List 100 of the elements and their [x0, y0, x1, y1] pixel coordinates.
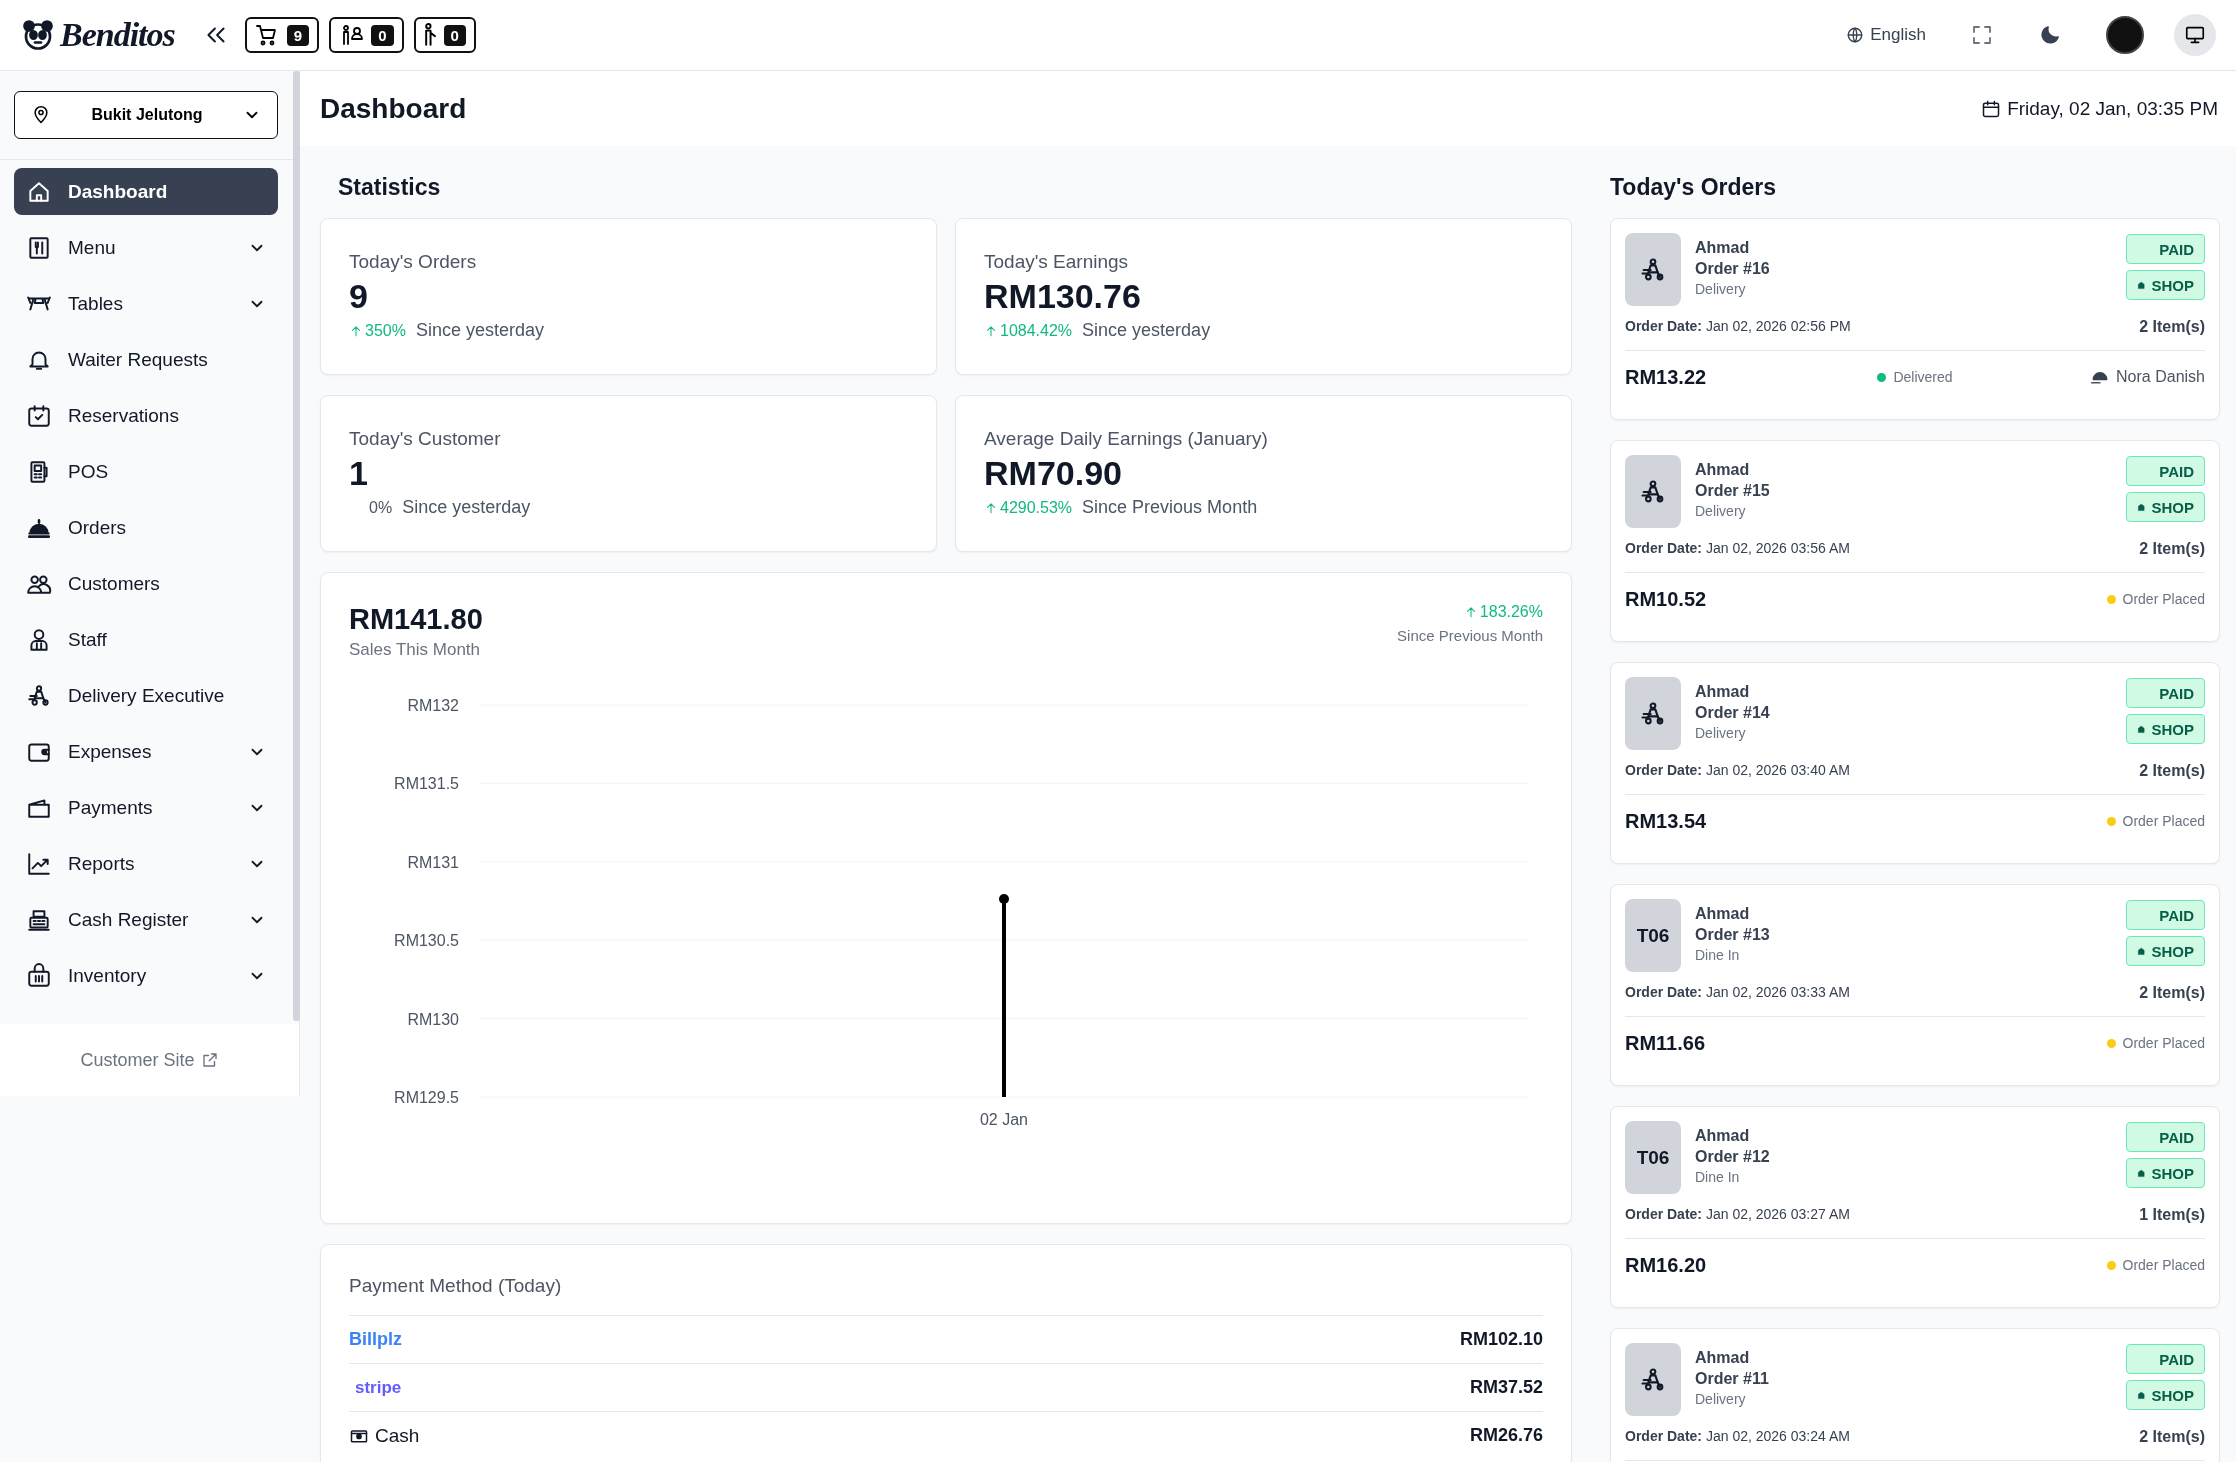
order-type: Delivery [1695, 281, 1747, 297]
sidebar-item[interactable]: Reservations [14, 392, 278, 439]
panda-icon [20, 17, 56, 53]
order-number: Order #15 [1695, 482, 1771, 500]
map-pin-icon [31, 105, 51, 125]
standing-person-icon [423, 23, 436, 47]
monitor-icon [2184, 24, 2206, 46]
axis-label: RM129.5 [394, 1089, 459, 1106]
order-type: Delivery [1695, 725, 1747, 741]
sidebar-item[interactable]: Waiter Requests [14, 336, 278, 383]
sidebar-item[interactable]: Dashboard [14, 168, 278, 215]
stat-label: Today's Earnings [984, 251, 1130, 273]
user-avatar[interactable] [2106, 16, 2144, 54]
change-note: Since yesterday [402, 497, 531, 518]
item-count: 2 Item(s) [2139, 984, 2205, 1002]
order-date: Order Date: Jan 02, 2026 03:33 AM [1625, 984, 1850, 1002]
sidebar-item[interactable]: Inventory [14, 952, 278, 999]
order-total: RM13.22 [1625, 365, 1708, 389]
order-total: RM16.20 [1625, 1253, 1708, 1277]
sidebar-item[interactable]: Reports [14, 840, 278, 887]
order-type: Delivery [1695, 1391, 1747, 1407]
display-button[interactable] [2174, 14, 2216, 56]
date-time: Friday, 02 Jan, 03:35 PM [2007, 97, 2218, 120]
order-card[interactable]: Ahmad Order #11 Delivery PAID SHOP Order Date: Jan 02, 2026 03:24 AM 2 Item(s) [1610, 1328, 2220, 1462]
customer-name: Ahmad [1695, 683, 1751, 701]
change-percent: 0% [369, 498, 393, 517]
driver-name: Nora Danish [2116, 368, 2205, 386]
scrollbar[interactable] [293, 71, 300, 1021]
counter-button[interactable]: 0 [329, 17, 404, 53]
sales-label: Sales This Month [349, 640, 482, 660]
section-title: Statistics [337, 172, 442, 202]
calendar-icon [26, 402, 52, 429]
sidebar-item[interactable]: Cash Register [14, 896, 278, 943]
order-date: Order Date: Jan 02, 2026 02:56 PM [1625, 318, 1851, 336]
order-card[interactable]: Ahmad Order #16 Delivery PAID SHOP Order Date: Jan 02, 2026 02:56 PM 2 Item(s) RM13.22 Delivered Nora Danish [1610, 218, 2220, 420]
stat-value: RM130.76 [984, 277, 1142, 316]
fullscreen-icon[interactable] [1970, 23, 1994, 47]
payment-status: PAID [2126, 1122, 2205, 1152]
order-card[interactable]: Ahmad Order #14 Delivery PAID SHOP Order Date: Jan 02, 2026 03:40 AM 2 Item(s) RM13.54 Order Placed [1610, 662, 2220, 864]
order-status: Order Placed [2122, 1035, 2205, 1051]
source-tag: SHOP [2126, 936, 2205, 966]
counter-button[interactable]: 9 [244, 17, 320, 53]
line-chart-icon [26, 850, 52, 877]
customer-name: Ahmad [1695, 461, 1751, 479]
sidebar-item[interactable]: Customers [14, 560, 278, 607]
language-button[interactable]: English [1846, 25, 1926, 45]
order-status: Order Placed [2122, 1257, 2205, 1273]
change-note: Since yesterday [415, 320, 544, 341]
payment-status: PAID [2126, 678, 2205, 708]
axis-label: RM130 [407, 1010, 459, 1028]
customer-name: Ahmad [1695, 239, 1751, 257]
order-total: RM13.54 [1625, 809, 1708, 833]
sidebar-item[interactable]: Payments [14, 784, 278, 831]
change-note: Since yesterday [1082, 320, 1211, 341]
sidebar-item[interactable]: Menu [14, 224, 278, 271]
order-date: Order Date: Jan 02, 2026 03:24 AM [1625, 1428, 1850, 1446]
stat-label: Today's Customer [349, 428, 502, 450]
scooter-icon [26, 682, 52, 709]
order-date: Order Date: Jan 02, 2026 03:27 AM [1625, 1206, 1850, 1224]
item-count: 2 Item(s) [2139, 540, 2205, 558]
table-tag: T06 [1625, 1121, 1681, 1194]
moon-icon[interactable] [2038, 23, 2062, 47]
sidebar-item[interactable]: POS [14, 448, 278, 495]
menu-card-icon [26, 234, 52, 261]
sidebar-item[interactable]: Tables [14, 280, 278, 327]
order-number: Order #14 [1695, 704, 1771, 722]
calendar-icon [1981, 98, 2002, 119]
payment-status: PAID [2126, 234, 2205, 264]
axis-label: RM131 [407, 853, 459, 871]
card-title: Payment Method (Today) [349, 1275, 563, 1297]
customer-name: Ahmad [1695, 1349, 1751, 1367]
sidebar-item[interactable]: Staff [14, 616, 278, 663]
stat-label: Today's Orders [349, 251, 478, 273]
stat-value: 1 [349, 454, 369, 493]
source-tag: SHOP [2126, 1158, 2205, 1188]
sidebar-item[interactable]: Expenses [14, 728, 278, 775]
change-percent: 350% [365, 321, 406, 340]
count-badge: 9 [286, 24, 310, 46]
order-card[interactable]: Ahmad Order #15 Delivery PAID SHOP Order Date: Jan 02, 2026 03:56 AM 2 Item(s) RM10.52 Order Placed [1610, 440, 2220, 642]
page-title: Dashboard [320, 92, 467, 125]
count-badge: 0 [371, 24, 394, 46]
external-link-icon [200, 1051, 219, 1069]
count-badge: 0 [443, 24, 466, 46]
sidebar-item[interactable]: Orders [14, 504, 278, 551]
item-count: 2 Item(s) [2139, 1428, 2205, 1446]
location-dropdown[interactable]: Bukit Jelutong [14, 91, 278, 139]
order-card[interactable]: T06 Ahmad Order #12 Dine In PAID SHOP Order Date: Jan 02, 2026 03:27 AM 1 Item(s) RM16.20 Order Placed [1610, 1106, 2220, 1308]
order-status: Order Placed [2122, 813, 2205, 829]
payment-amount: RM37.52 [1469, 1377, 1543, 1398]
sidebar-item[interactable]: Delivery Executive [14, 672, 278, 719]
order-type: Dine In [1695, 947, 1741, 963]
order-date: Order Date: Jan 02, 2026 03:40 AM [1625, 762, 1850, 780]
axis-label: RM131.5 [394, 775, 459, 793]
payment-amount: RM26.76 [1469, 1425, 1543, 1446]
order-card[interactable]: T06 Ahmad Order #13 Dine In PAID SHOP Order Date: Jan 02, 2026 03:33 AM 2 Item(s) RM11.66 Order Placed [1610, 884, 2220, 1086]
change-percent: 183.26% [1479, 603, 1543, 621]
customer-site-link[interactable]: Customer Site [80, 1049, 219, 1071]
change-percent: 1084.42% [1000, 321, 1073, 340]
order-number: Order #13 [1695, 926, 1771, 944]
counter-button[interactable]: 0 [413, 17, 476, 53]
